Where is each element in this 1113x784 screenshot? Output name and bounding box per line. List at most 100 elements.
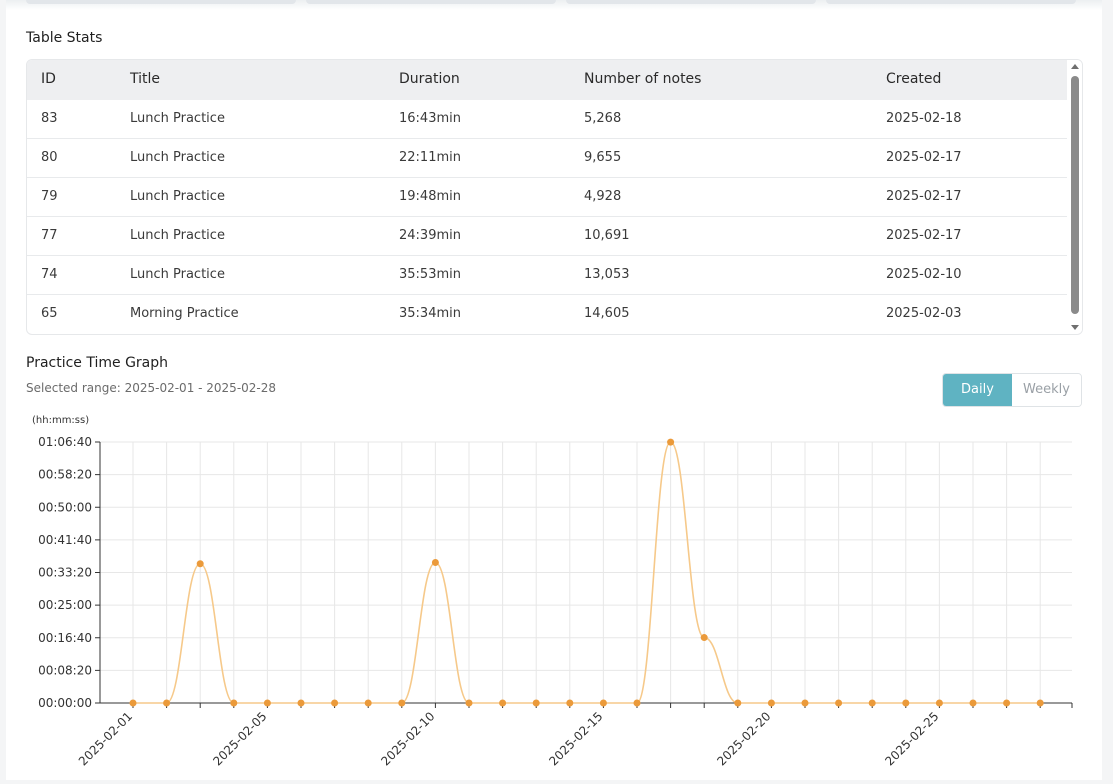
cell-duration: 24:39min bbox=[399, 228, 461, 243]
daily-toggle-button[interactable]: Daily bbox=[943, 374, 1012, 406]
table-header: ID Title Duration Number of notes Create… bbox=[27, 60, 1067, 100]
x-tick-label: 2025-02-05 bbox=[210, 709, 269, 768]
cell-duration: 22:11min bbox=[399, 150, 461, 165]
cell-notes: 4,928 bbox=[584, 189, 622, 204]
x-tick-label: 2025-02-01 bbox=[76, 709, 135, 768]
data-point bbox=[633, 699, 641, 707]
table-row[interactable]: 79 Lunch Practice 19:48min 4,928 2025-02… bbox=[27, 178, 1067, 217]
cell-created: 2025-02-17 bbox=[886, 150, 962, 165]
cell-created: 2025-02-17 bbox=[886, 189, 962, 204]
y-tick-label: 01:06:40 bbox=[38, 435, 92, 449]
cell-title: Lunch Practice bbox=[130, 228, 225, 243]
table-row[interactable]: 77 Lunch Practice 24:39min 10,691 2025-0… bbox=[27, 217, 1067, 256]
data-point bbox=[499, 699, 507, 707]
data-point bbox=[935, 699, 943, 707]
cell-notes: 5,268 bbox=[584, 111, 622, 126]
data-point bbox=[196, 560, 204, 568]
y-tick-label: 00:50:00 bbox=[38, 500, 92, 514]
data-point bbox=[1036, 699, 1044, 707]
data-point bbox=[801, 699, 809, 707]
cell-title: Lunch Practice bbox=[130, 111, 225, 126]
data-point bbox=[230, 699, 238, 707]
cell-duration: 16:43min bbox=[399, 111, 461, 126]
data-point bbox=[431, 559, 439, 567]
scrollbar-thumb[interactable] bbox=[1071, 76, 1079, 314]
selected-range-text: Selected range: 2025-02-01 - 2025-02-28 bbox=[26, 381, 277, 395]
cell-duration: 35:34min bbox=[399, 306, 461, 321]
y-tick-label: 00:41:40 bbox=[38, 533, 92, 547]
stats-card: Table Stats ID Title Duration Number of … bbox=[6, 0, 1102, 780]
cell-notes: 10,691 bbox=[584, 228, 630, 243]
y-tick-label: 00:58:20 bbox=[38, 468, 92, 482]
scroll-down-arrow-icon[interactable] bbox=[1071, 325, 1079, 330]
table-row[interactable]: 83 Lunch Practice 16:43min 5,268 2025-02… bbox=[27, 100, 1067, 139]
cell-id: 74 bbox=[41, 267, 58, 282]
data-point bbox=[163, 699, 171, 707]
data-point bbox=[1003, 699, 1011, 707]
y-axis-label: (hh:mm:ss) bbox=[32, 415, 89, 426]
data-point bbox=[364, 699, 372, 707]
x-tick-label: 2025-02-15 bbox=[546, 709, 605, 768]
cell-notes: 14,605 bbox=[584, 306, 630, 321]
graph-section-title: Practice Time Graph bbox=[26, 355, 169, 371]
data-point bbox=[129, 699, 137, 707]
data-point bbox=[532, 699, 540, 707]
data-point bbox=[566, 699, 574, 707]
period-toggle: Daily Weekly bbox=[942, 373, 1082, 407]
top-strip bbox=[6, 0, 1102, 10]
practice-time-chart: 00:00:00 00:08:20 00:16:40 00:25:00 00:33:20… bbox=[6, 410, 1102, 780]
data-point bbox=[767, 699, 775, 707]
column-header-notes[interactable]: Number of notes bbox=[584, 71, 701, 87]
data-point bbox=[902, 699, 910, 707]
cell-notes: 9,655 bbox=[584, 150, 622, 165]
table-row[interactable]: 74 Lunch Practice 35:53min 13,053 2025-0… bbox=[27, 256, 1067, 295]
cell-notes: 13,053 bbox=[584, 267, 630, 282]
data-point bbox=[398, 699, 406, 707]
data-point bbox=[667, 438, 675, 446]
cell-duration: 35:53min bbox=[399, 267, 461, 282]
weekly-toggle-button[interactable]: Weekly bbox=[1012, 374, 1081, 406]
column-header-duration[interactable]: Duration bbox=[399, 71, 460, 87]
cell-id: 65 bbox=[41, 306, 58, 321]
cell-title: Lunch Practice bbox=[130, 189, 225, 204]
data-point bbox=[263, 699, 271, 707]
table-row[interactable]: 80 Lunch Practice 22:11min 9,655 2025-02… bbox=[27, 139, 1067, 178]
table-scrollbar[interactable] bbox=[1068, 60, 1082, 334]
chart-svg: 00:00:00 00:08:20 00:16:40 00:25:00 00:33:20… bbox=[32, 415, 1073, 768]
column-header-id[interactable]: ID bbox=[41, 71, 56, 87]
x-tick-label: 2025-02-25 bbox=[882, 709, 941, 768]
data-point bbox=[969, 699, 977, 707]
y-tick-label: 00:25:00 bbox=[38, 598, 92, 612]
cell-duration: 19:48min bbox=[399, 189, 461, 204]
scroll-up-arrow-icon[interactable] bbox=[1071, 64, 1079, 69]
cell-id: 77 bbox=[41, 228, 58, 243]
y-tick-label: 00:00:00 bbox=[38, 696, 92, 710]
data-point bbox=[297, 699, 305, 707]
table-row[interactable]: 65 Morning Practice 35:34min 14,605 2025… bbox=[27, 295, 1067, 334]
cell-created: 2025-02-18 bbox=[886, 111, 962, 126]
cell-id: 83 bbox=[41, 111, 58, 126]
y-tick-label: 00:08:20 bbox=[38, 663, 92, 677]
x-tick-label: 2025-02-20 bbox=[714, 709, 773, 768]
data-point bbox=[835, 699, 843, 707]
cell-title: Lunch Practice bbox=[130, 150, 225, 165]
table-section-title: Table Stats bbox=[26, 30, 103, 46]
data-point bbox=[599, 699, 607, 707]
data-point bbox=[700, 634, 708, 642]
column-header-title[interactable]: Title bbox=[130, 71, 160, 87]
cell-title: Morning Practice bbox=[130, 306, 239, 321]
cell-id: 80 bbox=[41, 150, 58, 165]
data-point bbox=[465, 699, 473, 707]
y-tick-label: 00:33:20 bbox=[38, 566, 92, 580]
cell-created: 2025-02-17 bbox=[886, 228, 962, 243]
cell-id: 79 bbox=[41, 189, 58, 204]
cell-title: Lunch Practice bbox=[130, 267, 225, 282]
x-tick-label: 2025-02-10 bbox=[378, 709, 437, 768]
data-point bbox=[868, 699, 876, 707]
y-tick-label: 00:16:40 bbox=[38, 631, 92, 645]
data-point bbox=[734, 699, 742, 707]
column-header-created[interactable]: Created bbox=[886, 71, 941, 87]
cell-created: 2025-02-10 bbox=[886, 267, 962, 282]
data-point bbox=[331, 699, 339, 707]
cell-created: 2025-02-03 bbox=[886, 306, 962, 321]
